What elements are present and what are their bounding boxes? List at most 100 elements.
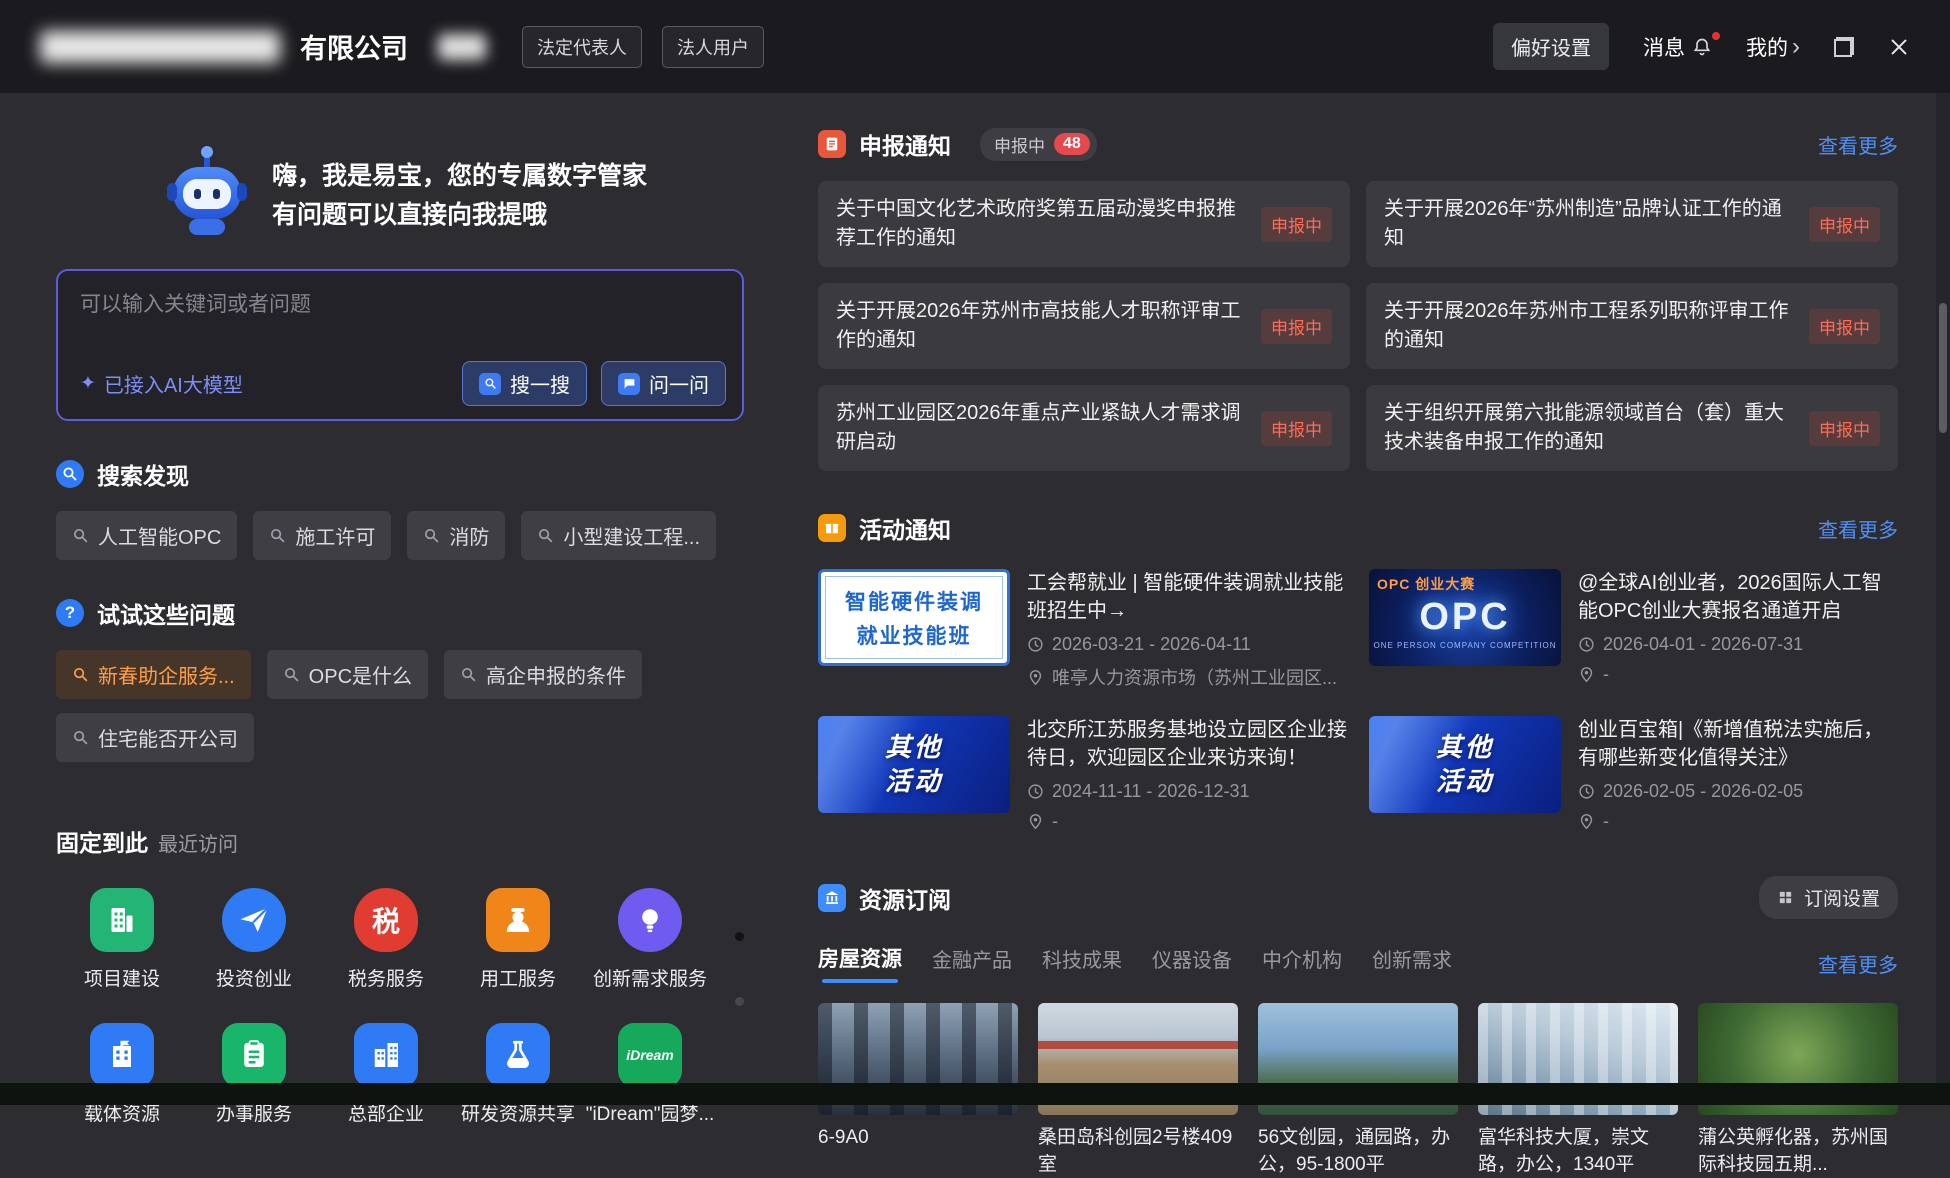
location-icon (1578, 666, 1595, 683)
preferences-button[interactable]: 偏好设置 (1493, 23, 1609, 70)
activity-card[interactable]: 其他 活动 创业百宝箱|《新增值税法实施后，有哪些新变化值得关注》 2026-0… (1369, 716, 1898, 832)
notice-card[interactable]: 关于组织开展第六批能源领域首台（套）重大技术装备申报工作的通知 申报中 (1366, 385, 1898, 471)
location-icon (1578, 813, 1595, 830)
messages-button[interactable]: 消息 (1643, 32, 1712, 62)
scrollbar-thumb[interactable] (1939, 303, 1947, 433)
tab-finance[interactable]: 金融产品 (932, 944, 1012, 983)
greeting-text: 嗨，我是易宝，您的专属数字管家 有问题可以直接向我提哦 (272, 157, 647, 235)
carousel-dot[interactable] (735, 932, 744, 941)
notice-card[interactable]: 关于中国文化艺术政府奖第五届动漫奖申报推荐工作的通知 申报中 (818, 181, 1350, 267)
notice-card[interactable]: 关于开展2026年苏州市高技能人才职称评审工作的通知 申报中 (818, 283, 1350, 369)
notification-dot (1710, 30, 1722, 42)
activity-image: 其他 活动 (818, 716, 1010, 813)
resources-header: 资源订阅 订阅设置 (818, 876, 1898, 919)
questions-title: 试试这些问题 (97, 596, 235, 630)
discover-chip[interactable]: 施工许可 (253, 511, 391, 560)
activities-section: 活动通知 查看更多 智能硬件装调 就业技能班 工会帮就业 | 智能硬件装调就业技… (818, 511, 1898, 832)
bank-icon (818, 884, 846, 912)
recent-visits-label[interactable]: 最近访问 (158, 828, 238, 857)
my-account-button[interactable]: 我的 › (1746, 32, 1800, 62)
clock-icon (1027, 636, 1044, 653)
app-idream-park[interactable]: iDream "iDream"园梦... (584, 1023, 716, 1126)
worker-icon (486, 888, 550, 952)
app-carrier-resources[interactable]: 载体资源 (56, 1023, 188, 1126)
scrollbar-track[interactable] (1936, 93, 1950, 1083)
carousel-dots[interactable] (735, 932, 744, 1006)
paper-plane-icon (222, 888, 286, 952)
status-badge: 申报中 (1261, 411, 1332, 446)
discover-chip[interactable]: 小型建设工程... (521, 511, 716, 560)
subscription-settings-button[interactable]: 订阅设置 (1759, 876, 1898, 919)
notices-title: 申报通知 (859, 127, 951, 161)
tax-icon: 税 (354, 888, 418, 952)
assistant-search-input[interactable] (80, 293, 688, 317)
notice-card[interactable]: 关于开展2026年苏州市工程系列职称评审工作的通知 申报中 (1366, 283, 1898, 369)
bottom-edge (0, 1083, 1950, 1105)
question-chip-highlight[interactable]: 新春助企服务... (56, 650, 251, 699)
app-headquarters[interactable]: 总部企业 (320, 1023, 452, 1126)
notice-card[interactable]: 苏州工业园区2026年重点产业紧缺人才需求调研启动 申报中 (818, 385, 1350, 471)
ai-model-label: ✦ 已接入AI大模型 (80, 369, 243, 398)
app-employment-service[interactable]: 用工服务 (452, 888, 584, 991)
question-chips-row1: 新春助企服务... OPC是什么 高企申报的条件 (56, 650, 756, 699)
role-badges: 法定代表人 法人用户 (522, 26, 764, 68)
top-bar: 有限公司 法定代表人 法人用户 偏好设置 消息 我的 › (0, 0, 1950, 93)
notices-more-link[interactable]: 查看更多 (1818, 130, 1898, 159)
greeting-line1: 嗨，我是易宝，您的专属数字管家 (272, 157, 647, 196)
tab-housing[interactable]: 房屋资源 (818, 943, 902, 983)
discover-chips: 人工智能OPC 施工许可 消防 小型建设工程... (56, 511, 756, 560)
app-project-construction[interactable]: 项目建设 (56, 888, 188, 991)
app-rd-sharing[interactable]: 研发资源共享 (452, 1023, 584, 1126)
status-badge: 申报中 (1809, 309, 1880, 344)
activity-card[interactable]: 其他 活动 北交所江苏服务基地设立园区企业接待日，欢迎园区企业来访来询！ 202… (818, 716, 1347, 832)
activities-header: 活动通知 查看更多 (818, 511, 1898, 545)
badge-corporate-user[interactable]: 法人用户 (662, 26, 764, 68)
questions-header: ? 试试这些问题 (56, 596, 756, 630)
discover-icon (56, 460, 84, 488)
search-button[interactable]: 搜一搜 (462, 361, 587, 406)
assistant-greeting: 嗨，我是易宝，您的专属数字管家 有问题可以直接向我提哦 (164, 153, 756, 239)
activity-gift-icon (818, 514, 846, 542)
question-chip[interactable]: 住宅能否开公司 (56, 713, 254, 762)
tab-tech[interactable]: 科技成果 (1042, 944, 1122, 983)
tab-instruments[interactable]: 仪器设备 (1152, 944, 1232, 983)
question-chip[interactable]: 高企申报的条件 (444, 650, 642, 699)
tab-agency[interactable]: 中介机构 (1262, 944, 1342, 983)
resources-title: 资源订阅 (859, 881, 951, 915)
notice-card[interactable]: 关于开展2026年“苏州制造”品牌认证工作的通知 申报中 (1366, 181, 1898, 267)
activities-more-link[interactable]: 查看更多 (1818, 514, 1898, 543)
app-tax-service[interactable]: 税 税务服务 (320, 888, 452, 991)
discover-chip[interactable]: 消防 (407, 511, 505, 560)
clock-icon (1578, 783, 1595, 800)
discover-header: 搜索发现 (56, 457, 756, 491)
notices-filter-pill[interactable]: 申报中 48 (980, 128, 1097, 161)
tab-innovation[interactable]: 创新需求 (1372, 944, 1452, 983)
messages-label: 消息 (1643, 32, 1685, 62)
notice-grid: 关于中国文化艺术政府奖第五届动漫奖申报推荐工作的通知 申报中 关于开展2026年… (818, 181, 1898, 471)
bulb-icon (618, 888, 682, 952)
sparkle-icon: ✦ (80, 372, 96, 395)
carousel-dot[interactable] (735, 997, 744, 1006)
question-chip[interactable]: OPC是什么 (267, 650, 428, 699)
redacted-company-name (40, 31, 280, 63)
resources-more-link[interactable]: 查看更多 (1818, 949, 1898, 978)
app-affairs-service[interactable]: 办事服务 (188, 1023, 320, 1126)
activities-title: 活动通知 (859, 511, 951, 545)
ask-button[interactable]: 问一问 (601, 361, 726, 406)
activity-card[interactable]: OPC 创业大赛 OPC ONE PERSON COMPANY COMPETIT… (1369, 569, 1898, 690)
discover-chip[interactable]: 人工智能OPC (56, 511, 237, 560)
status-badge: 申报中 (1809, 207, 1880, 242)
main-content: 嗨，我是易宝，您的专属数字管家 有问题可以直接向我提哦 ✦ 已接入AI大模型 搜… (0, 93, 1936, 1083)
location-icon (1027, 813, 1044, 830)
status-badge: 申报中 (1261, 207, 1332, 242)
window-close-icon[interactable] (1888, 36, 1910, 58)
app-investment[interactable]: 投资创业 (188, 888, 320, 991)
activity-image: OPC 创业大赛 OPC ONE PERSON COMPANY COMPETIT… (1369, 569, 1561, 666)
badge-legal-representative[interactable]: 法定代表人 (522, 26, 642, 68)
app-innovation-demand[interactable]: 创新需求服务 (584, 888, 716, 991)
status-badge: 申报中 (1809, 411, 1880, 446)
window-restore-icon[interactable] (1834, 37, 1854, 57)
search-icon (479, 373, 501, 395)
activity-card[interactable]: 智能硬件装调 就业技能班 工会帮就业 | 智能硬件装调就业技能班招生中→ 202… (818, 569, 1347, 690)
notice-doc-icon (818, 130, 846, 158)
